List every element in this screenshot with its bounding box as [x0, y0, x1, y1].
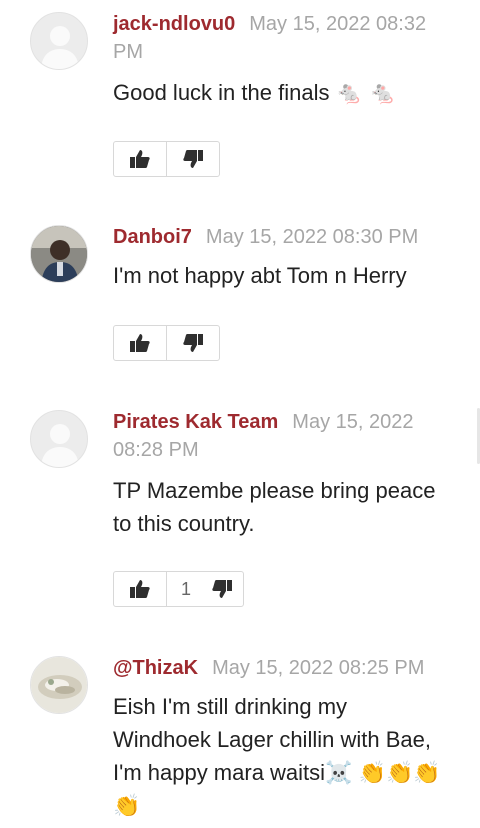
avatar[interactable] [30, 410, 88, 468]
comment-author[interactable]: @ThizaK [113, 657, 198, 679]
avatar[interactable] [30, 12, 88, 70]
comment-text: Good luck in the finals 🐁 🐁 [113, 80, 397, 105]
comment-text: TP Mazembe please bring peace to this co… [113, 478, 436, 536]
like-button[interactable] [114, 326, 166, 360]
avatar[interactable] [30, 656, 88, 714]
comment-timestamp: May 15, 2022 08:30 PM [205, 226, 419, 248]
like-button[interactable] [114, 142, 166, 176]
vote-buttons: 1 [113, 571, 244, 607]
thumbs-up-icon [130, 580, 150, 598]
vote-buttons [113, 325, 220, 361]
comment-timestamp: May 15, 2022 08:25 PM [212, 657, 425, 679]
avatar[interactable] [30, 225, 88, 283]
comment-author[interactable]: jack-ndlovu0 [113, 13, 235, 35]
like-button[interactable] [114, 572, 166, 606]
thumbs-down-icon [183, 334, 203, 352]
dislike-count: 1 [181, 578, 192, 599]
thumbs-up-icon [130, 150, 150, 168]
thumbs-down-icon [212, 580, 233, 598]
vote-buttons [113, 141, 220, 177]
comment-text: Eish I'm still drinking my Windhoek Lage… [113, 694, 441, 818]
thumbs-up-icon [130, 334, 150, 352]
comment-author[interactable]: Pirates Kak Team [113, 411, 278, 433]
dislike-button[interactable]: 1 [166, 572, 243, 606]
comment-author[interactable]: Danboi7 [113, 226, 192, 248]
dislike-button[interactable] [166, 326, 219, 360]
comment-text: I'm not happy abt Tom n Herry [113, 263, 407, 288]
dislike-button[interactable] [166, 142, 219, 176]
thumbs-down-icon [183, 150, 203, 168]
